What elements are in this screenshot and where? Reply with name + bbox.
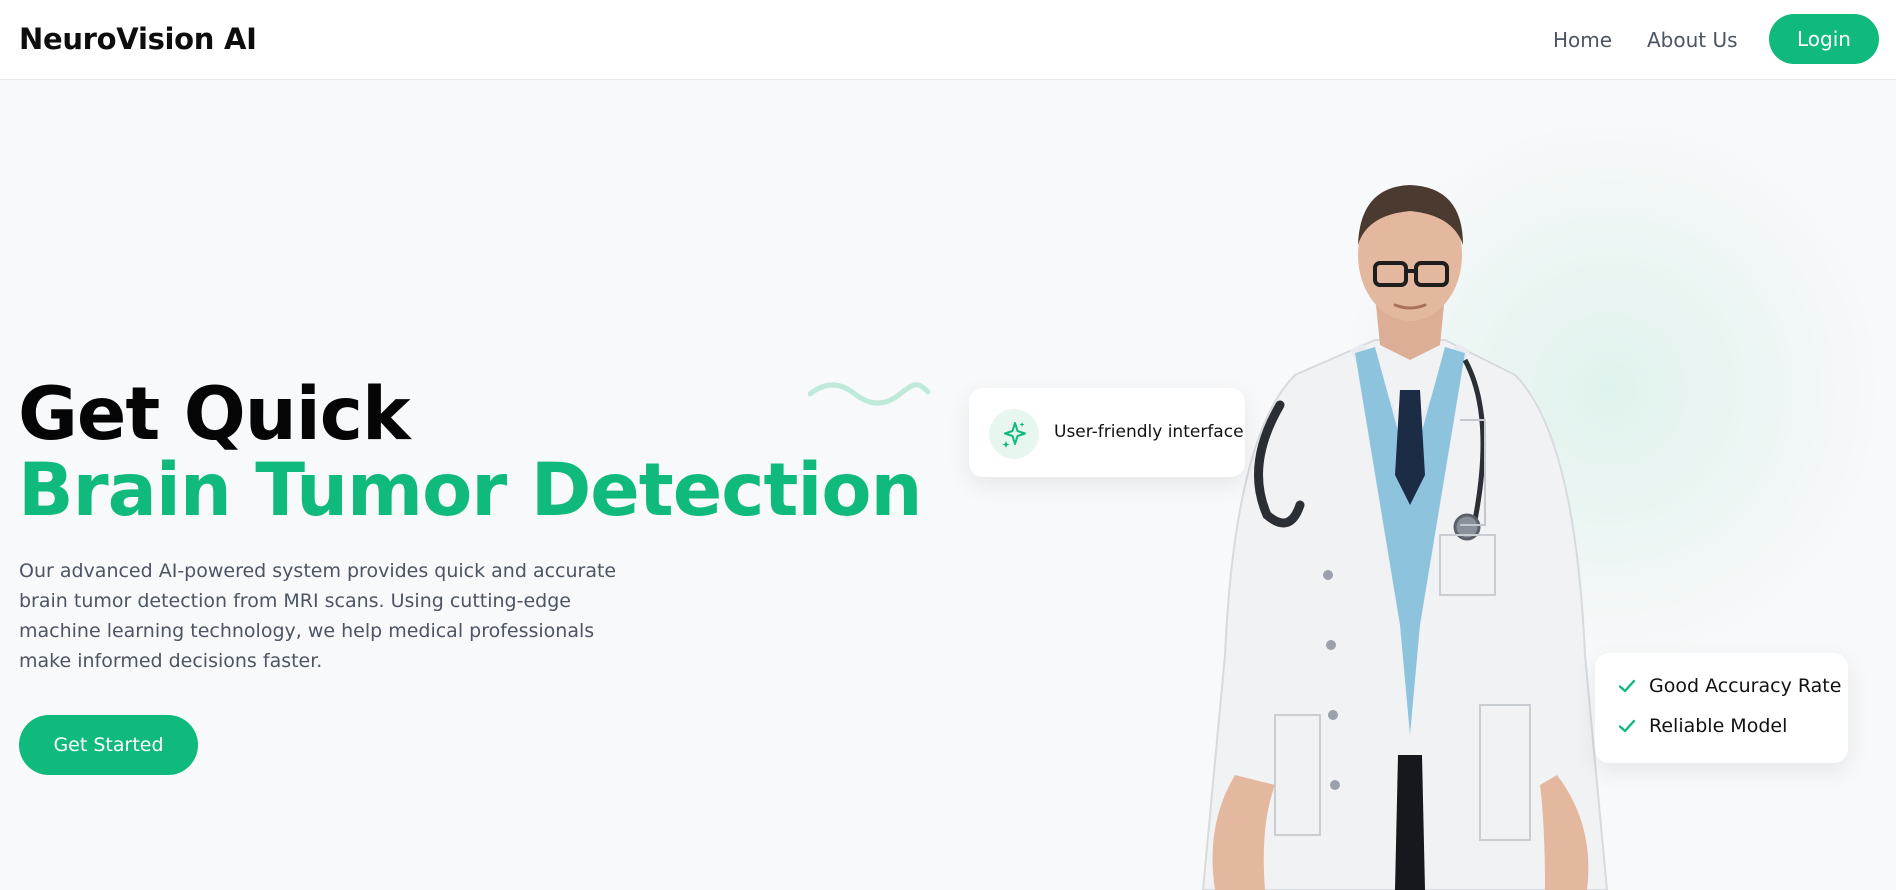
user-friendly-interface-card: User-friendly interface bbox=[969, 388, 1245, 477]
hero-title-line1: Get Quick bbox=[18, 372, 411, 457]
feature-label-reliable: Reliable Model bbox=[1649, 715, 1788, 737]
feature-label-accuracy: Good Accuracy Rate bbox=[1649, 675, 1842, 697]
decorative-wave-icon bbox=[808, 382, 930, 406]
feature-item: Good Accuracy Rate bbox=[1617, 675, 1841, 697]
features-card: Good Accuracy Rate Reliable Model bbox=[1595, 653, 1848, 763]
nav-link-about-us[interactable]: About Us bbox=[1647, 28, 1738, 52]
card-label-user-friendly: User-friendly interface bbox=[1054, 422, 1244, 442]
check-icon bbox=[1618, 719, 1636, 733]
top-navbar: NeuroVision AI Home About Us Login bbox=[0, 0, 1896, 80]
brand-logo-text[interactable]: NeuroVision AI bbox=[19, 22, 257, 56]
hero-title-line2: Brain Tumor Detection bbox=[18, 448, 923, 533]
get-started-button[interactable]: Get Started bbox=[19, 715, 198, 775]
login-button[interactable]: Login bbox=[1769, 14, 1879, 64]
doctor-portrait-illustration bbox=[1201, 185, 1609, 890]
hero-description: Our advanced AI-powered system provides … bbox=[19, 560, 617, 672]
feature-item: Reliable Model bbox=[1617, 715, 1787, 737]
nav-link-home[interactable]: Home bbox=[1553, 28, 1612, 52]
check-icon bbox=[1618, 679, 1636, 693]
sparkles-icon bbox=[989, 409, 1039, 459]
